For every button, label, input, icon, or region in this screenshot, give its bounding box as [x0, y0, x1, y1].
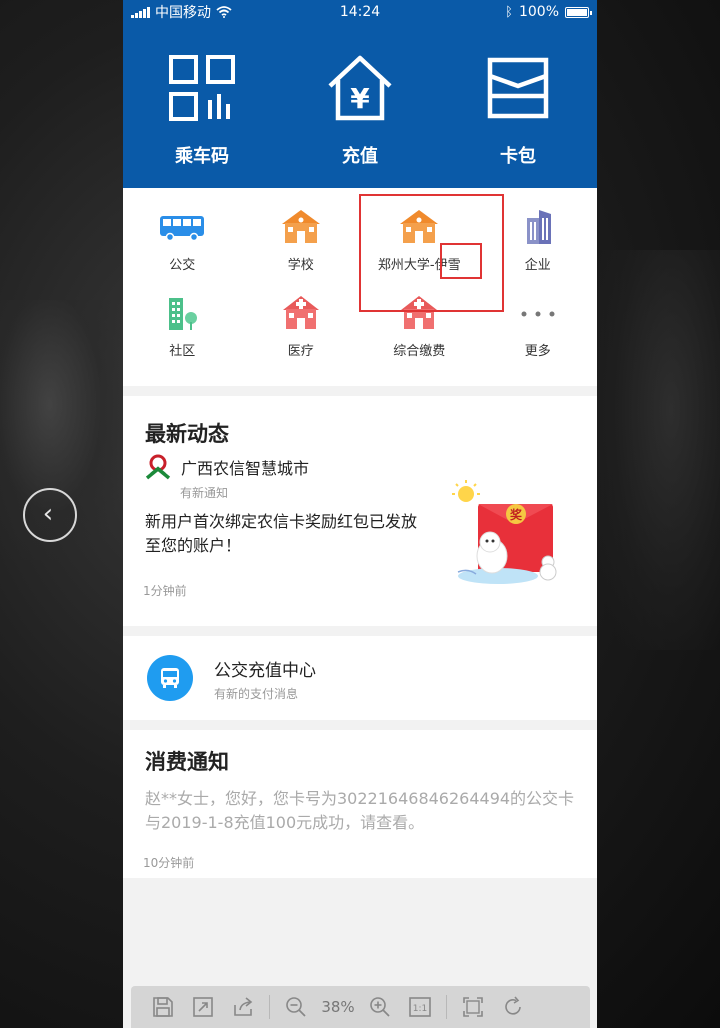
fit-window-button[interactable] [183, 991, 223, 1023]
recharge-button[interactable]: ¥ 充值 [300, 54, 420, 168]
grid-item-more[interactable]: 更多 [479, 292, 598, 359]
grid-label-zzu: 郑州大学-伊雪 [377, 258, 461, 273]
zoom-out-icon [286, 997, 306, 1017]
grid-label-community: 社区 [169, 344, 196, 359]
news-time: 1分钟前 [143, 584, 187, 598]
school-icon [400, 210, 439, 243]
red-envelope-illustration: 奖 [452, 480, 557, 584]
house-yuan-icon: ¥ [328, 55, 392, 121]
bus-recharge-center-card[interactable]: 公交充值中心 有新的支付消息 [123, 636, 597, 720]
grid-label-payment: 综合缴费 [393, 344, 446, 359]
rotate-icon [505, 996, 521, 1015]
status-bar: 中国移动 14:24 ᛒ 100% [123, 0, 597, 24]
ride-code-label: 乘车码 [175, 146, 229, 167]
enterprise-icon [526, 210, 551, 244]
grid-item-payment[interactable]: 综合缴费 [360, 292, 479, 359]
resize-icon [193, 997, 213, 1017]
image-viewer-toolbar: 38% 1:1 [131, 986, 590, 1028]
bus-icon [160, 216, 205, 242]
hospital-icon [282, 296, 319, 329]
fullscreen-icon [463, 997, 483, 1017]
actual-size-button[interactable]: 1:1 [400, 991, 440, 1023]
signal-icon [131, 6, 150, 18]
grid-item-bus[interactable]: 公交 [123, 206, 242, 273]
card-wallet-label: 卡包 [500, 146, 536, 167]
card-wallet-button[interactable]: 卡包 [458, 54, 578, 168]
actual-size-icon: 1:1 [409, 997, 431, 1017]
more-dots-icon [521, 311, 555, 317]
rotate-button[interactable] [493, 991, 533, 1023]
school-icon [281, 210, 320, 243]
card-wallet-icon [487, 57, 549, 119]
fullscreen-button[interactable] [453, 991, 493, 1023]
grid-label-school: 学校 [287, 258, 314, 273]
news-subtitle: 有新通知 [180, 486, 229, 500]
wifi-icon [216, 6, 232, 18]
previous-image-button[interactable]: ‹ [23, 488, 77, 542]
qr-code-icon [169, 55, 235, 121]
news-card[interactable]: 最新动态 广西农信智慧城市 有新通知 新用户首次绑定农信卡奖励红包已发放至您的账… [123, 396, 597, 626]
envelope-char: 奖 [510, 507, 523, 522]
grid-label-bus: 公交 [169, 258, 196, 273]
community-icon [169, 298, 198, 330]
toolbar-divider [446, 995, 447, 1019]
grid-item-enterprise[interactable]: 企业 [479, 206, 598, 273]
zoom-in-button[interactable] [360, 991, 400, 1023]
svg-text:¥: ¥ [350, 82, 370, 115]
save-button[interactable] [143, 991, 183, 1023]
news-title: 最新动态 [145, 422, 229, 446]
recharge-label: 充值 [342, 146, 378, 167]
zoom-out-button[interactable] [276, 991, 316, 1023]
phone-screenshot: 中国移动 14:24 ᛒ 100% 乘车码 ¥ 充值 卡包 公交 学校 郑州大学… [123, 0, 597, 1028]
share-icon [234, 997, 253, 1016]
news-body: 新用户首次绑定农信卡奖励红包已发放至您的账户！ [145, 512, 418, 555]
toolbar-divider [269, 995, 270, 1019]
grid-label-more: 更多 [524, 344, 551, 359]
chevron-left-icon: ‹ [42, 498, 54, 529]
grid-item-medical[interactable]: 医疗 [242, 292, 361, 359]
grid-item-zzu[interactable]: 郑州大学-伊雪 [360, 206, 479, 273]
rural-credit-logo-icon [145, 454, 171, 480]
grid-label-enterprise: 企业 [524, 258, 551, 273]
consume-title: 消费通知 [145, 750, 229, 774]
grid-label-medical: 医疗 [287, 344, 314, 359]
quick-actions: 乘车码 ¥ 充值 卡包 [123, 24, 597, 188]
news-org: 广西农信智慧城市 [145, 454, 309, 480]
payment-icon [401, 296, 438, 329]
share-button[interactable] [223, 991, 263, 1023]
consume-body: 赵**女士，您好，您卡号为30221646846264494的公交卡与2019-… [145, 789, 575, 832]
bus-center-subtitle: 有新的支付消息 [214, 687, 299, 701]
news-org-name: 广西农信智慧城市 [181, 459, 310, 478]
carrier-label: 中国移动 [155, 5, 211, 21]
service-grid: 公交 学校 郑州大学-伊雪 企业 社区 医疗 综合缴费 更多 [123, 188, 597, 386]
battery-percent: 100% [518, 4, 559, 20]
zoom-level: 38% [321, 998, 355, 1016]
bus-center-icon [147, 655, 193, 701]
bluetooth-icon: ᛒ [505, 4, 513, 20]
bus-center-title: 公交充值中心 [214, 661, 316, 681]
grid-item-community[interactable]: 社区 [123, 292, 242, 359]
consume-time: 10分钟前 [143, 856, 195, 870]
backdrop-photo-right [597, 250, 720, 650]
zoom-in-icon [370, 997, 390, 1017]
actual-size-label: 1:1 [413, 1004, 427, 1014]
save-icon [153, 997, 173, 1017]
battery-icon [565, 6, 592, 18]
grid-item-school[interactable]: 学校 [242, 206, 361, 273]
ride-code-button[interactable]: 乘车码 [142, 54, 262, 168]
consume-notice-card[interactable]: 消费通知 赵**女士，您好，您卡号为30221646846264494的公交卡与… [123, 730, 597, 878]
